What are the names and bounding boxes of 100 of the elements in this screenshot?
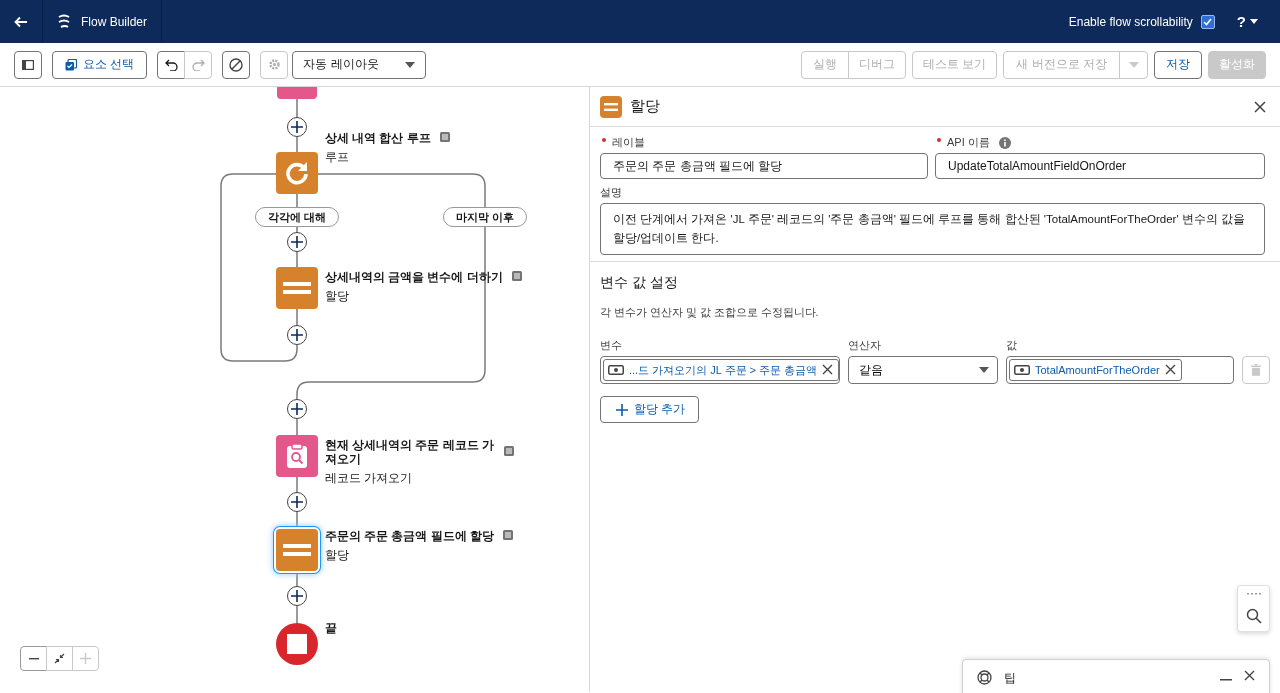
section-title: 변수 값 설정 [600,274,679,292]
element-title: 상세 내역 합산 루프 [325,131,431,145]
plus-icon [291,329,303,341]
close-icon [1254,100,1266,113]
remove-button[interactable] [1164,364,1177,376]
flow-logo-icon [57,13,71,30]
add-element-button[interactable] [287,492,307,512]
plus-icon [291,403,303,415]
add-assignment-button[interactable]: 할당 추가 [600,396,700,423]
label-field[interactable]: 주문의 주문 총금액 필드에 할당 [600,153,928,179]
element-type: 레코드 가져오기 [325,470,414,487]
minus-icon [28,657,39,660]
scrollability-checkbox[interactable] [1200,14,1215,29]
description-icon [501,529,514,541]
loop-arrow-icon [284,160,310,186]
add-element-button[interactable] [287,117,307,137]
element-title: 현재 상세내역의 주문 레코드 가져오기 [325,438,495,466]
loop-element[interactable] [276,152,318,194]
fit-view-button[interactable] [46,646,73,671]
drag-handle-icon[interactable] [1246,592,1261,595]
caret-icon [1250,19,1258,24]
column-label: 연산자 [848,339,882,353]
operator-dropdown[interactable]: 같음 [848,356,998,384]
element-type: 루프 [325,149,350,166]
help-menu-button[interactable]: ? [1236,13,1258,30]
element-title: 상세내역의 금액을 변수에 더하기 [325,270,503,284]
stop-icon [287,634,307,654]
field-label: API 이름 [947,135,990,150]
equals-icon [600,95,622,118]
plus-icon [80,653,91,664]
field-label: 설명 [600,185,622,200]
pill-text: TotalAmountForTheOrder [1035,364,1160,376]
description-field[interactable]: 이전 단계에서 가져온 'JL 주문' 레코드의 '주문 총금액' 필드에 루프를 통해 합산된 'TotalAmountForTheOrder' 변수의 값을 할당/업데이트 한다. [600,203,1265,255]
action-button[interactable]: 저장 [1154,50,1202,79]
tips-title: 팁 [1004,670,1016,687]
value-field[interactable]: TotalAmountForTheOrder [1006,356,1234,384]
end-element[interactable] [276,623,318,665]
close-icon [822,364,834,375]
close-button[interactable] [1244,670,1255,681]
add-element-button[interactable] [287,586,307,606]
search-icon [1245,608,1262,625]
description-icon [503,445,515,457]
lifebuoy-icon [977,670,992,685]
remove-button[interactable] [822,364,835,376]
back-arrow-icon [14,15,28,28]
search-button[interactable] [1245,608,1262,625]
scrollability-label: Enable flow scrollability [1068,14,1193,29]
branch-label: 각각에 대해 [254,207,340,227]
plus-icon [291,496,303,508]
variable-icon [1014,365,1030,375]
plus-icon [291,121,303,133]
equals-icon [283,281,311,295]
select-elements-button[interactable]: 요소 선택 [52,50,148,79]
column-label: 변수 [600,339,623,353]
description-icon [510,270,523,282]
gear-icon [267,58,281,71]
disable-button[interactable] [222,50,251,79]
field-label: 레이블 [612,135,645,150]
plus-icon [291,590,303,602]
close-button[interactable] [1254,99,1268,114]
element-drawing [277,87,317,99]
section-hint: 각 변수가 연산자 및 값 조합으로 수정됩니다. [600,306,820,320]
element-type: 할당 [325,288,350,305]
checkmark-icon [1203,17,1213,26]
undo-button[interactable] [157,50,186,79]
app-title: Flow Builder [81,14,148,29]
layout-dropdown[interactable]: 자동 레이아웃 [292,50,426,79]
plus-icon [616,403,628,416]
prohibited-icon [229,57,244,72]
add-element-button[interactable] [287,325,307,345]
minimize-icon [1220,679,1232,681]
clipboard-search-icon [286,443,308,469]
get-records-element[interactable] [276,435,318,477]
add-element-button[interactable] [287,232,307,252]
undo-icon [164,58,178,71]
resource-pill[interactable]: TotalAmountForTheOrder [1009,359,1182,381]
panel-title: 할당 [630,97,661,116]
caret-icon [979,367,989,373]
close-icon [1164,364,1176,375]
branch-label: 마지막 이후 [442,207,528,227]
api-name-field[interactable]: UpdateTotalAmountFieldOnOrder [935,153,1265,179]
assignment-element[interactable] [276,267,318,309]
column-label: 값 [1006,339,1018,353]
toggle-panel-button[interactable] [14,50,42,79]
add-element-button[interactable] [287,399,307,419]
equals-icon [283,543,311,557]
plus-icon [291,236,303,248]
collapse-icon [54,653,65,664]
panel-icon [22,59,34,70]
assignment-element[interactable] [276,529,318,571]
element-title: 끝 [325,620,337,637]
description-icon [438,131,451,143]
pill-text: ...드 가져오기의 JL 주문 > 주문 총금액 [629,362,818,378]
caret-icon [404,61,415,68]
caret-icon [1128,61,1139,68]
element-type: 할당 [325,547,350,564]
element-title: 주문의 주문 총금액 필드에 할당 [325,529,494,543]
redo-icon [191,58,205,71]
info-icon [998,136,1011,149]
close-icon [1244,670,1255,681]
